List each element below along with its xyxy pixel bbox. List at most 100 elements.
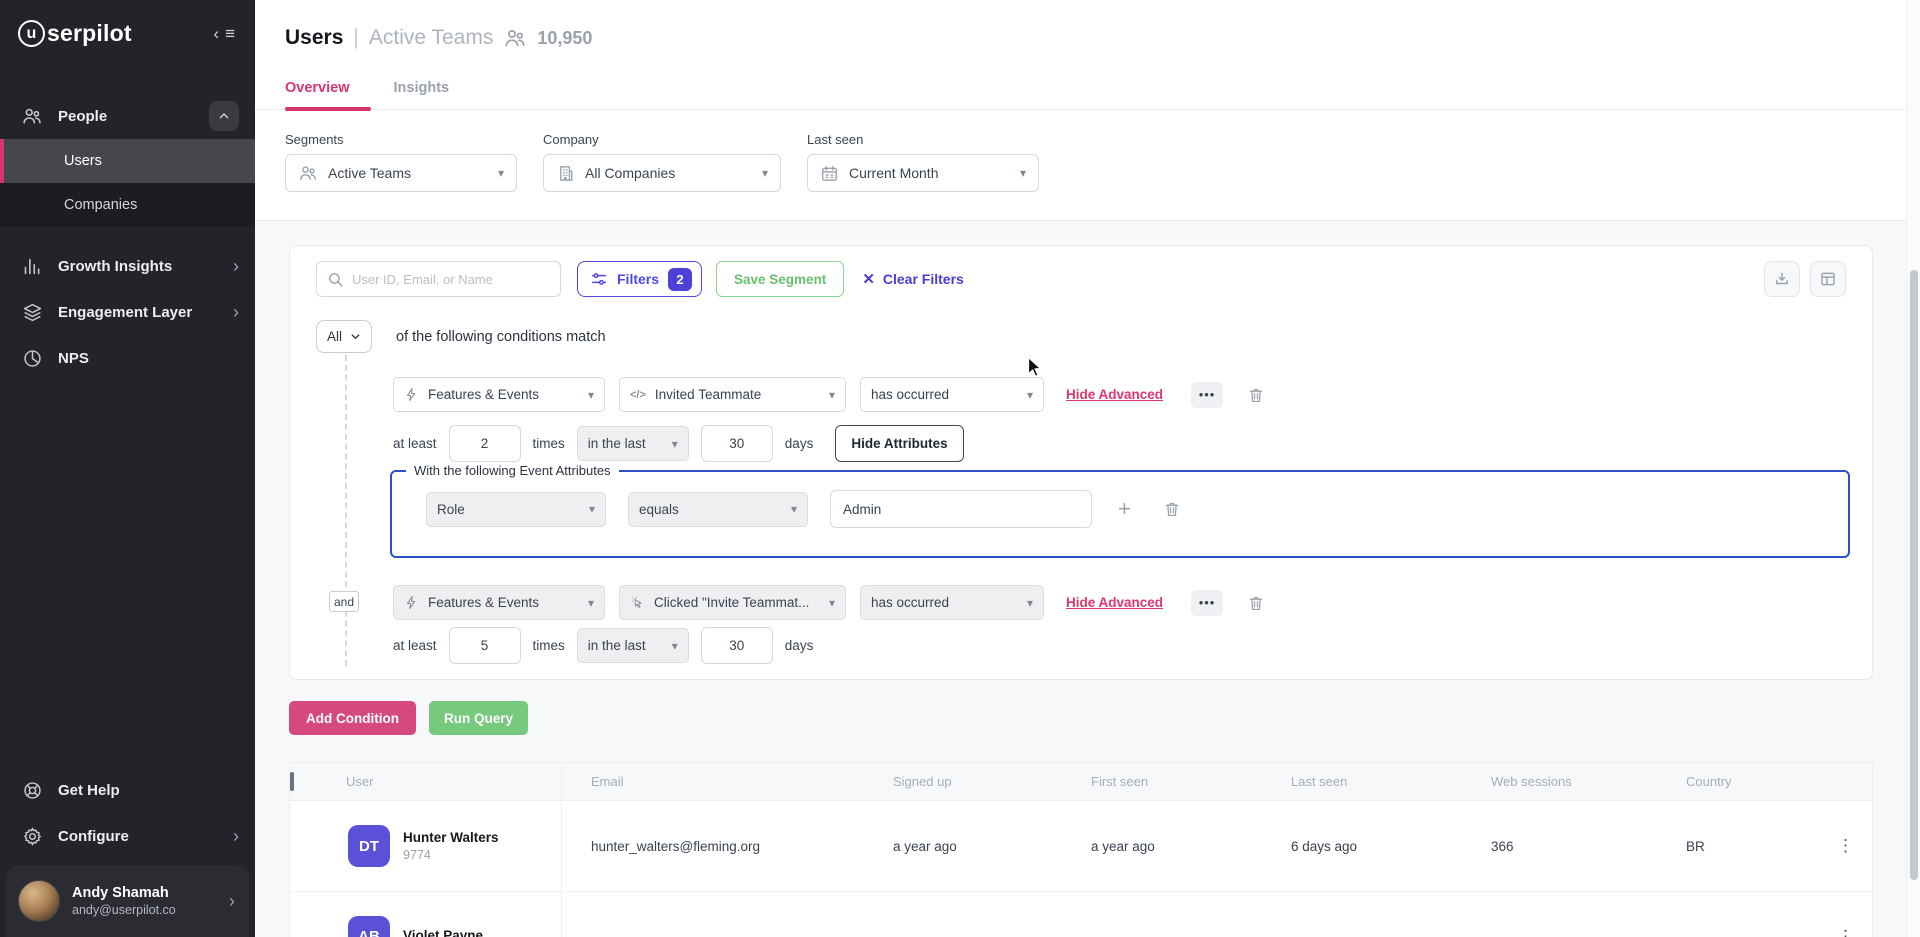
gear-icon — [20, 826, 44, 847]
table-row[interactable]: DT Hunter Walters 9774 hunter_walters@fl… — [290, 801, 1872, 891]
days-label: days — [785, 436, 814, 451]
sidebar-item-companies[interactable]: Companies — [0, 183, 255, 227]
event-attributes-fieldset: With the following Event Attributes Role… — [390, 463, 1850, 558]
column-header-first-seen[interactable]: First seen — [1091, 774, 1291, 789]
add-attribute-button[interactable]: + — [1118, 496, 1131, 522]
condition-2-category-dropdown[interactable]: Features & Events ▾ — [393, 585, 605, 620]
query-actions: Add Condition Run Query — [289, 701, 1886, 735]
row-menu-button[interactable]: ⋮ — [1819, 927, 1872, 937]
sidebar-item-get-help[interactable]: Get Help — [0, 767, 255, 813]
condition-1-operator-dropdown[interactable]: has occurred ▾ — [860, 377, 1044, 412]
query-builder-card: Filters 2 Save Segment ✕ Clear Filters — [289, 245, 1873, 680]
condition-1-more-button[interactable]: ••• — [1191, 382, 1223, 408]
column-header-email[interactable]: Email — [562, 774, 893, 789]
column-header-web-sessions[interactable]: Web sessions — [1491, 774, 1686, 789]
title-row: Users | Active Teams 10,950 — [285, 0, 1890, 50]
company-dropdown[interactable]: All Companies ▾ — [543, 154, 781, 192]
match-mode-dropdown[interactable]: All — [316, 320, 372, 353]
sidebar-item-growth-insights[interactable]: Growth Insights › — [0, 243, 255, 289]
condition-2-event-dropdown[interactable]: Clicked "Invite Teammat... ▾ — [619, 585, 846, 620]
condition-2-count-input[interactable] — [449, 627, 521, 664]
last-seen-dropdown[interactable]: Current Month ▾ — [807, 154, 1039, 192]
export-download-button[interactable] — [1764, 261, 1800, 297]
row-menu-button[interactable]: ⋮ — [1819, 836, 1872, 856]
condition-1-count-input[interactable] — [449, 425, 521, 462]
segment-filters: Segments Active Teams ▾ Company — [285, 110, 1890, 220]
condition-2-delete-button[interactable] — [1247, 594, 1265, 612]
condition-1-days-input[interactable] — [701, 425, 773, 462]
chevron-down-icon: ▾ — [1013, 596, 1033, 610]
condition-2-operator-dropdown[interactable]: has occurred ▾ — [860, 585, 1044, 620]
chevron-down-icon: ▾ — [1006, 166, 1026, 180]
clear-filters-button[interactable]: ✕ Clear Filters — [862, 270, 964, 288]
card-toolbar: Filters 2 Save Segment ✕ Clear Filters — [316, 261, 1846, 297]
condition-1-hide-advanced-link[interactable]: Hide Advanced — [1066, 387, 1163, 402]
attribute-operator-dropdown[interactable]: equals ▾ — [628, 492, 808, 527]
attribute-name-dropdown[interactable]: Role ▾ — [426, 492, 606, 527]
user-email: hunter_walters@fleming.org — [562, 839, 893, 854]
columns-layout-button[interactable] — [1810, 261, 1846, 297]
user-name[interactable]: Hunter Walters — [403, 830, 499, 845]
condition-1-category-dropdown[interactable]: Features & Events ▾ — [393, 377, 605, 412]
sidebar-item-engagement-layer[interactable]: Engagement Layer › — [0, 289, 255, 335]
condition-joiner-chip[interactable]: and — [329, 591, 359, 612]
sidebar-item-nps[interactable]: NPS — [0, 335, 255, 381]
company-filter-group: Company All Companies ▾ — [543, 132, 781, 192]
user-name[interactable]: Violet Payne — [403, 928, 483, 937]
sidebar-item-label: People — [58, 108, 209, 125]
condition-1-frequency-row: at least times in the last ▾ days Hide A… — [393, 425, 964, 462]
column-header-user[interactable]: User — [346, 763, 562, 800]
user-count: 10,950 — [537, 28, 592, 49]
sidebar-item-label: NPS — [58, 350, 239, 367]
run-query-button[interactable]: Run Query — [429, 701, 528, 735]
userpilot-logo[interactable]: userpilot — [18, 20, 132, 47]
vertical-scrollbar[interactable] — [1906, 0, 1920, 937]
save-segment-button[interactable]: Save Segment — [716, 261, 844, 297]
active-segment-name: Active Teams — [369, 26, 494, 50]
tab-overview[interactable]: Overview — [285, 80, 350, 109]
condition-1-hide-attributes-button[interactable]: Hide Attributes — [835, 425, 963, 462]
condition-2-row: Features & Events ▾ Clicked "Invite Team… — [393, 585, 1265, 620]
search-box — [316, 261, 561, 297]
condition-2-more-button[interactable]: ••• — [1191, 590, 1223, 616]
condition-connector-line — [345, 355, 347, 666]
profile-menu[interactable]: Andy Shamah andy@userpilot.co › — [6, 865, 249, 937]
filters-label: Filters — [617, 271, 659, 287]
column-header-last-seen[interactable]: Last seen — [1291, 774, 1491, 789]
condition-2-days-input[interactable] — [701, 627, 773, 664]
sidebar-item-label: Engagement Layer — [58, 304, 233, 321]
scrollbar-thumb[interactable] — [1910, 270, 1918, 880]
people-collapse-button[interactable] — [209, 101, 239, 131]
company-label: Company — [543, 132, 781, 147]
table-row[interactable]: AB Violet Payne ⋮ — [290, 891, 1872, 937]
close-icon: ✕ — [862, 270, 875, 288]
tab-insights[interactable]: Insights — [394, 80, 450, 109]
sidebar-item-users[interactable]: Users — [0, 139, 255, 183]
last-seen-label: Last seen — [807, 132, 1039, 147]
sidebar-item-configure[interactable]: Configure › — [0, 813, 255, 859]
condition-1-range-dropdown[interactable]: in the last ▾ — [577, 426, 689, 461]
condition-2-frequency-row: at least times in the last ▾ days — [393, 627, 813, 664]
title-divider: | — [353, 26, 358, 50]
condition-1-delete-button[interactable] — [1247, 386, 1265, 404]
content-area: Filters 2 Save Segment ✕ Clear Filters — [255, 220, 1920, 937]
download-icon — [1773, 270, 1791, 288]
chevron-right-icon: › — [233, 827, 239, 845]
sidebar-collapse-button[interactable]: ‹≡ — [213, 24, 235, 44]
attribute-value-input[interactable] — [830, 490, 1092, 528]
select-all-checkbox[interactable] — [290, 772, 294, 791]
search-input[interactable] — [352, 272, 550, 287]
signed-up-cell: a year ago — [893, 839, 1091, 854]
column-header-signed-up[interactable]: Signed up — [893, 774, 1091, 789]
condition-2-range-dropdown[interactable]: in the last ▾ — [577, 628, 689, 663]
condition-2-hide-advanced-link[interactable]: Hide Advanced — [1066, 595, 1163, 610]
segments-dropdown[interactable]: Active Teams ▾ — [285, 154, 517, 192]
days-label: days — [785, 638, 814, 653]
sidebar-item-people[interactable]: People — [0, 93, 255, 139]
add-condition-button[interactable]: Add Condition — [289, 701, 416, 735]
delete-attribute-button[interactable] — [1163, 500, 1181, 518]
filters-button[interactable]: Filters 2 — [577, 261, 702, 297]
condition-1-event-dropdown[interactable]: </> Invited Teammate ▾ — [619, 377, 846, 412]
column-header-country[interactable]: Country — [1686, 774, 1819, 789]
chevron-right-icon: › — [229, 892, 235, 910]
